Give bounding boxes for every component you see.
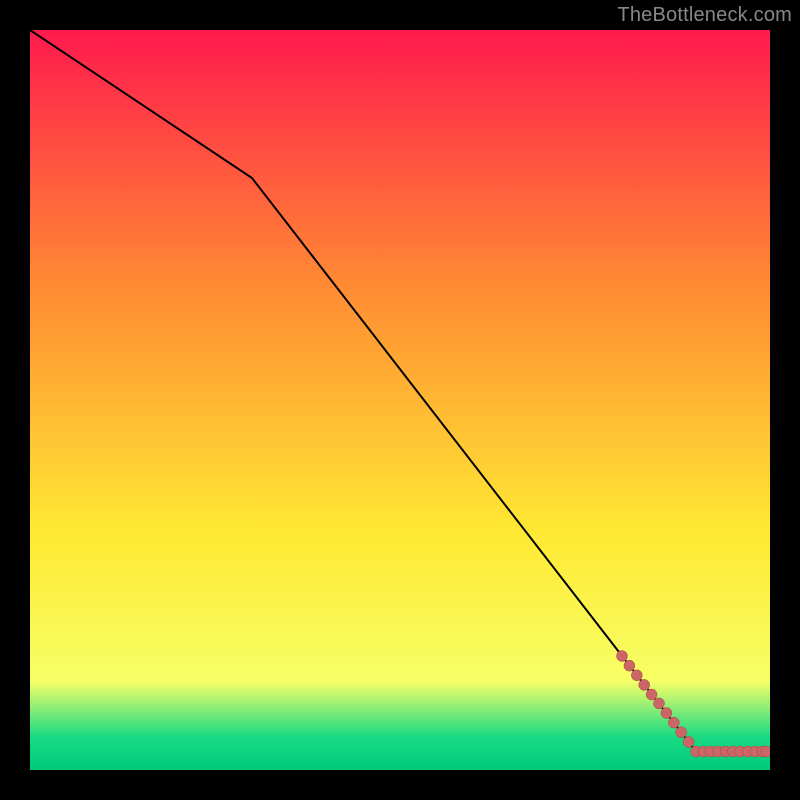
chart-frame: TheBottleneck.com bbox=[0, 0, 800, 800]
marker-point bbox=[668, 717, 679, 728]
gradient-rect bbox=[30, 30, 770, 770]
watermark-text: TheBottleneck.com bbox=[617, 4, 792, 27]
chart-svg bbox=[30, 30, 770, 770]
marker-point bbox=[624, 660, 635, 671]
plot-area bbox=[30, 30, 770, 770]
marker-point bbox=[761, 746, 770, 757]
marker-point bbox=[661, 708, 672, 719]
marker-point bbox=[683, 736, 694, 747]
marker-point bbox=[631, 670, 642, 681]
marker-point bbox=[676, 727, 687, 738]
marker-point bbox=[617, 651, 628, 662]
marker-point bbox=[639, 679, 650, 690]
marker-point bbox=[654, 698, 665, 709]
marker-point bbox=[646, 689, 657, 700]
